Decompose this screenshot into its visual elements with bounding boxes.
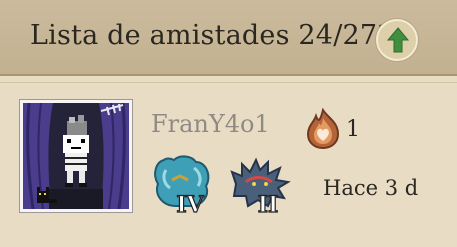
page-title: Lista de amistades 24/272 (30, 20, 395, 51)
spiky-creature-rank-badge-icon: II (228, 154, 292, 220)
divider (0, 82, 457, 83)
rank-badge-label: IV (176, 192, 204, 216)
rank-badge-label: II (258, 192, 279, 216)
last-seen-text: Hace 3 d (323, 176, 419, 200)
heart-flame-medal-icon (302, 107, 344, 154)
friends-list-header: Lista de amistades 24/272 (0, 0, 457, 76)
avatar[interactable] (20, 100, 132, 212)
blue-creature-rank-badge-icon: IV (150, 154, 214, 220)
friend-list-item[interactable]: FranY4o1 1 IV II Hace 3 d (0, 82, 457, 247)
arrow-up-icon (386, 27, 410, 53)
scroll-up-button[interactable] (376, 19, 418, 61)
friend-username[interactable]: FranY4o1 (151, 110, 270, 138)
medal-count: 1 (346, 117, 360, 142)
